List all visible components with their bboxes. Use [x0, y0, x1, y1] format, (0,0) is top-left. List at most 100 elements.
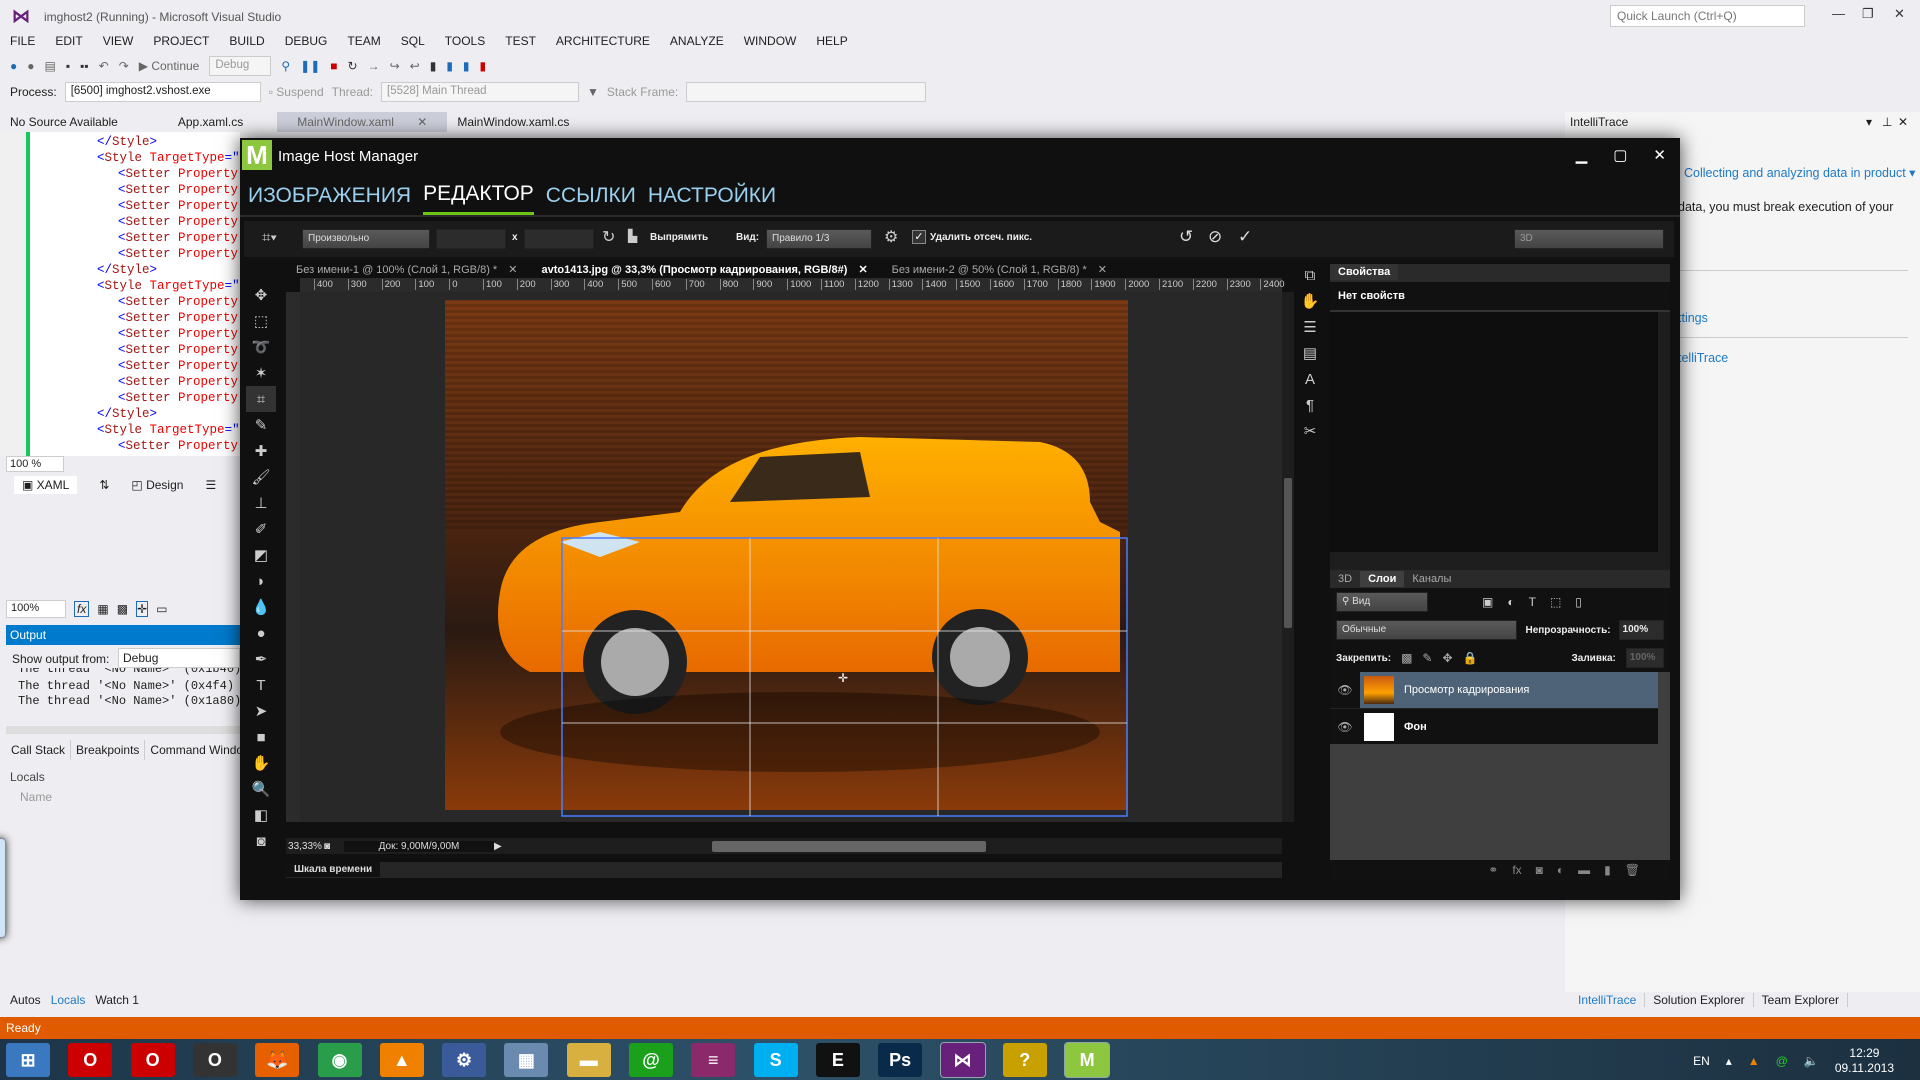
history-panel-icon[interactable]: ⧉ — [1295, 262, 1325, 288]
tab-locals[interactable]: Locals — [51, 993, 86, 1007]
bookmark-icon[interactable]: ▮ — [430, 59, 437, 73]
forward-icon[interactable]: ● — [27, 59, 34, 73]
tab-channels[interactable]: Каналы — [1404, 571, 1459, 587]
canvas-vscrollbar[interactable] — [1282, 292, 1294, 822]
lock-position-icon[interactable]: ✥ — [1442, 651, 1452, 665]
filter-adjust-icon[interactable]: ◐ — [1507, 595, 1514, 609]
taskbar-vlc-icon[interactable]: ▲ — [379, 1043, 424, 1077]
doc-size[interactable]: Док: 9,00M/9,00M — [344, 840, 494, 852]
output-hscrollbar[interactable] — [6, 726, 240, 734]
menu-view[interactable]: VIEW — [103, 34, 134, 48]
quick-launch-input[interactable]: Quick Launch (Ctrl+Q) — [1610, 5, 1805, 27]
menu-team[interactable]: TEAM — [347, 34, 380, 48]
delete-cropped-checkbox[interactable]: ✓ — [912, 230, 926, 244]
tab-call-stack[interactable]: Call Stack — [6, 740, 72, 760]
new-project-icon[interactable]: ▤ — [45, 59, 56, 73]
workspace-combo[interactable]: 3D — [1514, 229, 1664, 249]
taskbar-network-tool-icon[interactable]: ⚙ — [442, 1043, 487, 1077]
marquee-tool-icon[interactable]: ⬚ — [246, 308, 276, 334]
tab-breakpoints[interactable]: Breakpoints — [71, 740, 146, 760]
delete-layer-icon[interactable]: 🗑 — [1625, 863, 1640, 877]
opacity-input[interactable]: 100% — [1618, 620, 1664, 640]
lock-pixels-icon[interactable]: ✎ — [1422, 651, 1432, 665]
taskbar-image-host-manager-icon[interactable]: M — [1064, 1042, 1111, 1078]
step-out-icon[interactable]: ↩ — [410, 59, 420, 73]
dodge-tool-icon[interactable]: ● — [246, 620, 276, 646]
tab-xaml[interactable]: ▣ XAML — [14, 476, 78, 494]
paragraph-panel-icon[interactable]: ¶ — [1295, 392, 1325, 418]
taskbar-winrar-icon[interactable]: ≡ — [691, 1043, 736, 1077]
layer-comps-icon[interactable]: ▤ — [1295, 340, 1325, 366]
filter-shape-icon[interactable]: ⬚ — [1550, 595, 1561, 609]
type-tool-icon[interactable]: T — [246, 672, 276, 698]
panel-menu-icon[interactable]: ▾ — [1866, 115, 1872, 129]
show-hidden-icons[interactable]: ▴ — [1726, 1054, 1732, 1068]
language-indicator[interactable]: EN — [1693, 1054, 1710, 1068]
eyedropper-tool-icon[interactable]: ✎ — [246, 412, 276, 438]
pin-icon[interactable]: ⊥ — [1882, 115, 1892, 129]
straighten-icon[interactable]: ▙ — [628, 229, 637, 243]
taskbar-e-app-icon[interactable]: E — [815, 1043, 860, 1077]
step-over-icon[interactable]: ↪ — [390, 59, 400, 73]
menu-sql[interactable]: SQL — [401, 34, 425, 48]
pause-icon[interactable]: ❚❚ — [300, 59, 320, 73]
timeline-tab[interactable]: Шкала времени — [286, 862, 381, 877]
swap-panes-icon[interactable]: ⇅ — [99, 478, 109, 492]
close-tab-icon[interactable]: ✕ — [407, 112, 437, 132]
tab-autos[interactable]: Autos — [10, 993, 41, 1007]
tab-mainwindow-xaml[interactable]: MainWindow.xaml ✕ — [277, 112, 448, 132]
intellitrace-link[interactable]: telliTrace — [1678, 351, 1728, 365]
tab-watch1[interactable]: Watch 1 — [95, 993, 139, 1007]
tab-no-source[interactable]: No Source Available — [0, 112, 128, 132]
layer-filter-combo[interactable]: ⚲ Вид — [1336, 592, 1428, 612]
save-icon[interactable]: ▪ — [66, 59, 70, 73]
grid-icon[interactable]: ▦ — [97, 602, 108, 616]
menu-debug[interactable]: DEBUG — [285, 34, 328, 48]
config-combo[interactable]: Debug — [209, 56, 272, 76]
snap-lines-icon[interactable]: ✛ — [136, 601, 149, 617]
eraser-tool-icon[interactable]: ◩ — [246, 542, 276, 568]
menu-build[interactable]: BUILD — [229, 34, 264, 48]
taskbar-firefox-icon[interactable]: 🦊 — [255, 1043, 300, 1077]
bookmark-clear-icon[interactable]: ▮ — [480, 59, 487, 73]
fx-icon[interactable]: fx — [74, 601, 90, 617]
menu-analyze[interactable]: ANALYZE — [670, 34, 724, 48]
new-group-icon[interactable]: ▬ — [1578, 863, 1590, 877]
taskbar-opera-icon[interactable]: O — [68, 1043, 113, 1077]
height-input[interactable] — [524, 229, 594, 249]
path-select-tool-icon[interactable]: ➤ — [246, 698, 276, 724]
status-menu-arrow[interactable]: ▶ — [494, 841, 502, 852]
taskbar-visual-studio-icon[interactable]: ⋈ — [939, 1042, 986, 1078]
app-close-button[interactable]: ✕ — [1653, 146, 1666, 164]
menu-file[interactable]: FILE — [10, 34, 35, 48]
stack-frame-combo[interactable] — [686, 82, 927, 102]
tab-intellitrace[interactable]: IntelliTrace — [1570, 993, 1646, 1007]
color-swatches-icon[interactable]: ◧ — [246, 802, 276, 828]
bucket-tool-icon[interactable]: ◗ — [246, 568, 276, 594]
swap-icon[interactable]: ↻ — [602, 227, 615, 247]
doc-tab-active[interactable]: avto1413.jpg @ 33,3% (Просмотр кадрирова… — [525, 262, 876, 278]
save-all-icon[interactable]: ▪▪ — [80, 59, 89, 73]
lock-transparent-icon[interactable]: ▩ — [1401, 651, 1412, 665]
taskbar-photoshop-icon[interactable]: Ps — [878, 1043, 923, 1077]
tab-team-explorer[interactable]: Team Explorer — [1754, 993, 1849, 1007]
process-combo[interactable]: [6500] imghost2.vshost.exe — [64, 82, 261, 102]
gear-icon[interactable]: ⚙ — [884, 227, 898, 247]
move-tool-icon[interactable]: ✥ — [246, 282, 276, 308]
back-icon[interactable]: ● — [10, 59, 17, 73]
bookmark-prev-icon[interactable]: ▮ — [446, 59, 453, 73]
xaml-code-editor[interactable]: </Style> <Style TargetType="T <Setter Prop… — [0, 132, 247, 456]
straighten-button[interactable]: Выпрямить — [650, 232, 708, 243]
designer-zoom-combo[interactable]: 100% — [6, 600, 66, 618]
properties-tab[interactable]: Свойства — [1330, 264, 1399, 280]
minimize-button[interactable]: — — [1832, 6, 1845, 21]
filter-type-icon[interactable]: T — [1529, 595, 1536, 609]
redo-icon[interactable]: ↷ — [119, 59, 129, 73]
restart-icon[interactable]: ↻ — [348, 59, 358, 73]
continue-button[interactable]: ▶ Continue — [139, 59, 200, 73]
close-panel-icon[interactable]: ✕ — [1898, 115, 1908, 129]
menu-window[interactable]: WINDOW — [744, 34, 797, 48]
menu-test[interactable]: TEST — [505, 34, 536, 48]
filter-pixel-icon[interactable]: ▣ — [1482, 595, 1493, 609]
snap-grid-icon[interactable]: ▩ — [117, 602, 128, 616]
